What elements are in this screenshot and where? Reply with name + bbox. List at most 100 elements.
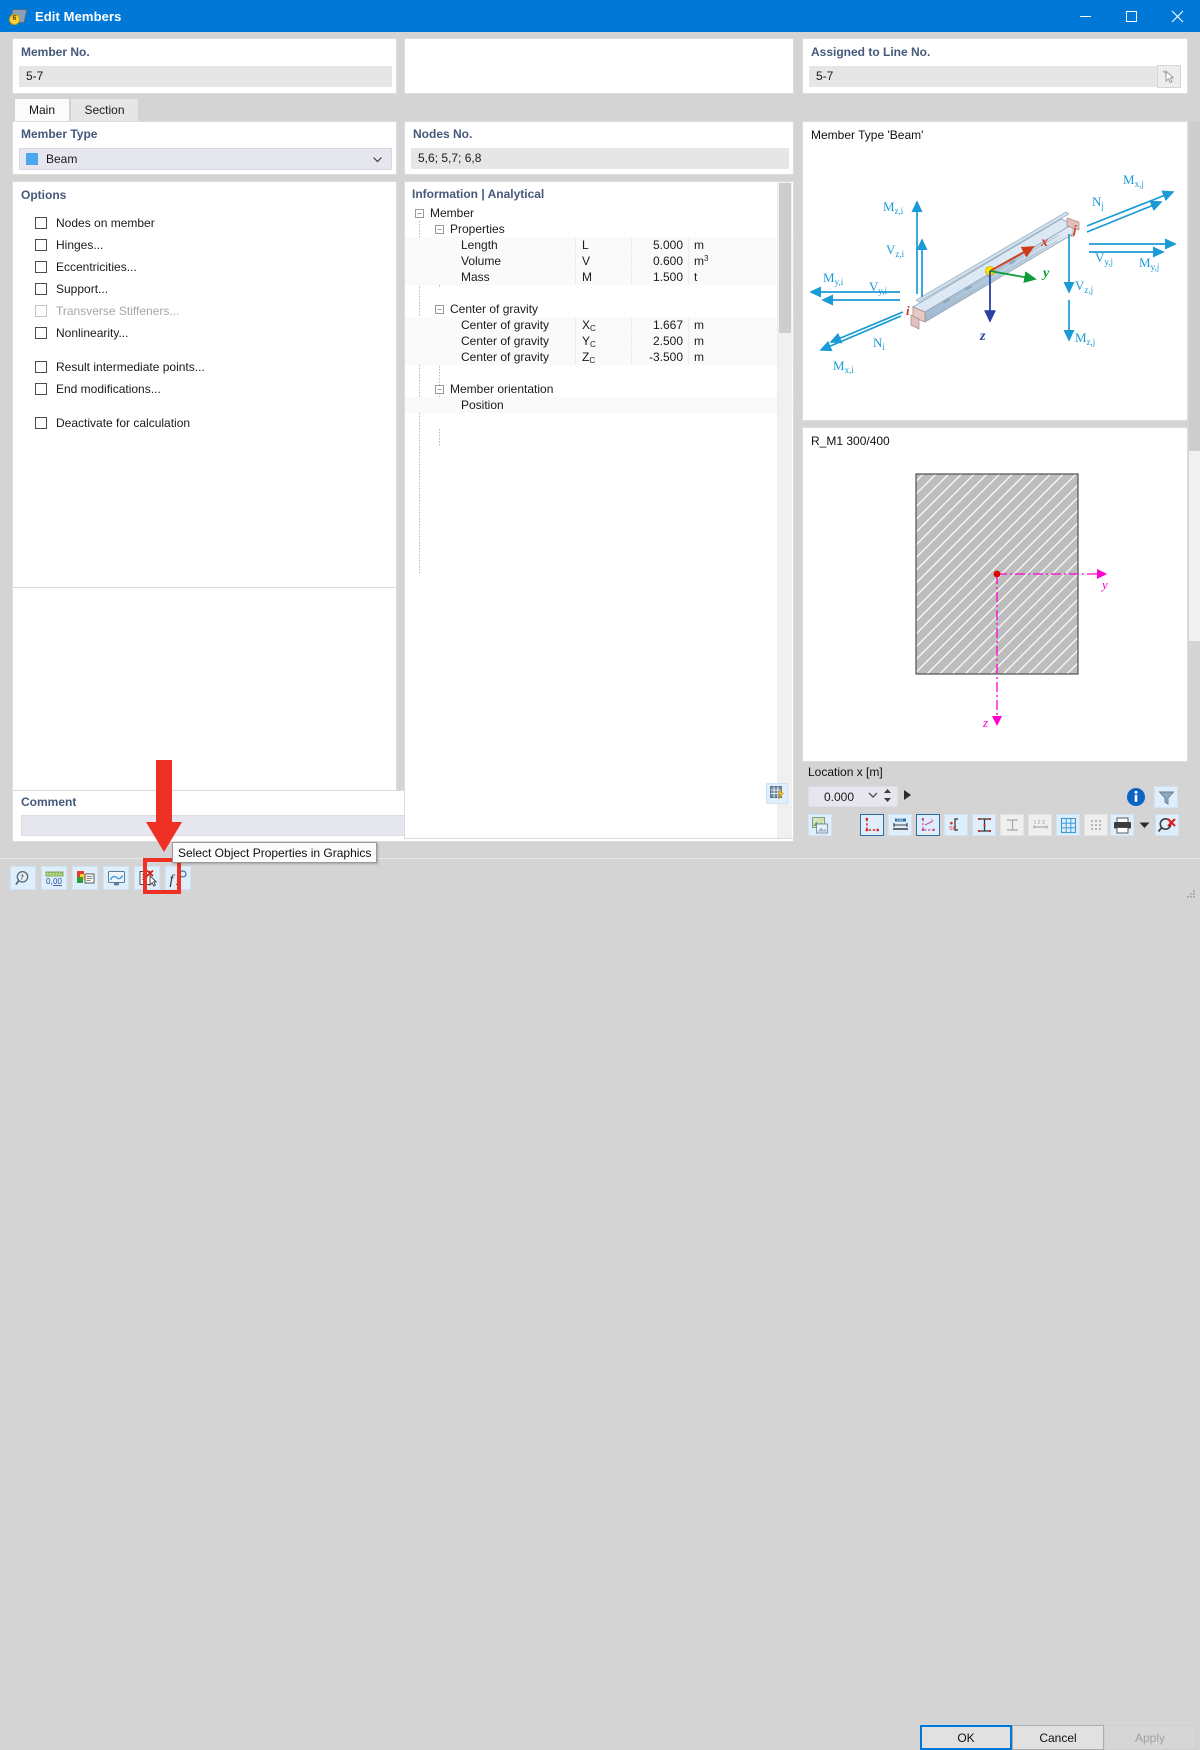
- left-column: Member Type Beam Options Nodes on member…: [12, 121, 397, 812]
- table-row[interactable]: Center of gravity XC 1.667 m: [405, 317, 793, 333]
- assigned-line-field[interactable]: 5-7: [809, 66, 1157, 87]
- table-row[interactable]: Center of gravity ZC -3.500 m: [405, 349, 793, 365]
- scrollbar-thumb[interactable]: [779, 183, 791, 333]
- table-lightning-icon[interactable]: [766, 783, 788, 804]
- svg-text:00: 00: [53, 877, 62, 886]
- display-properties-icon[interactable]: [72, 866, 98, 890]
- section-points-icon[interactable]: [860, 814, 884, 836]
- tab-section[interactable]: Section: [70, 98, 139, 121]
- expander-icon[interactable]: −: [435, 304, 444, 314]
- checkbox-box[interactable]: [35, 327, 47, 339]
- tree-label: Center of gravity: [461, 318, 550, 332]
- resize-grip[interactable]: [1186, 888, 1196, 898]
- pick-cursor-icon[interactable]: [1157, 65, 1181, 88]
- members-icon: 6: [9, 7, 28, 25]
- maximize-button[interactable]: [1108, 0, 1154, 32]
- label-Myj: My,j: [1139, 255, 1159, 272]
- right-panel-scrollbar[interactable]: [1189, 121, 1200, 641]
- caret-down-icon[interactable]: [1138, 814, 1151, 836]
- checkbox-box[interactable]: [35, 239, 47, 251]
- stress-points-icon[interactable]: [972, 814, 996, 836]
- member-no-field[interactable]: 5-7: [19, 66, 392, 87]
- row-unit: t: [688, 270, 719, 284]
- grid-icon[interactable]: [1056, 814, 1080, 836]
- checkbox-box[interactable]: [35, 261, 47, 273]
- checkbox-hinges[interactable]: Hinges...: [13, 234, 396, 256]
- label-Myi: My,i: [823, 270, 844, 287]
- tree-row-member[interactable]: − Member: [405, 205, 793, 221]
- section-diagram: y z: [915, 473, 1108, 730]
- row-symbol: L: [575, 238, 631, 252]
- view-mode-icon[interactable]: [103, 866, 129, 890]
- information-scrollbar[interactable]: [777, 182, 792, 838]
- help-magnifier-icon[interactable]: ?: [10, 866, 36, 890]
- checkbox-label: Transverse Stiffeners...: [56, 304, 180, 318]
- scrollbar-thumb[interactable]: [1189, 121, 1200, 451]
- member-type-combo[interactable]: Beam: [19, 148, 392, 170]
- tree-row-properties[interactable]: − Properties: [405, 221, 793, 237]
- nodes-field[interactable]: 5,6; 5,7; 6,8: [411, 148, 789, 169]
- expander-icon[interactable]: −: [435, 384, 444, 394]
- tree-label: Properties: [450, 222, 505, 236]
- checkbox-label: End modifications...: [56, 382, 161, 396]
- checkbox-end-modifications[interactable]: End modifications...: [13, 378, 396, 400]
- options-group: Options Nodes on member Hinges... Eccent…: [12, 181, 397, 639]
- local-axes-icon[interactable]: y: [916, 814, 940, 836]
- row-symbol: V: [575, 254, 631, 268]
- checkbox-eccentricities[interactable]: Eccentricities...: [13, 256, 396, 278]
- tree-row-center-of-gravity[interactable]: − Center of gravity: [405, 301, 793, 317]
- close-button[interactable]: [1154, 0, 1200, 32]
- assigned-line-label: Assigned to Line No.: [811, 45, 931, 59]
- table-row[interactable]: Length L 5.000 m: [405, 237, 793, 253]
- shear-center-icon[interactable]: SC: [944, 814, 968, 836]
- spinner-updown-icon[interactable]: [881, 788, 897, 806]
- table-row[interactable]: Center of gravity YC 2.500 m: [405, 333, 793, 349]
- checkbox-support[interactable]: Support...: [13, 278, 396, 300]
- checkbox-nodes-on-member[interactable]: Nodes on member: [13, 212, 396, 234]
- location-x-input[interactable]: 0.000: [808, 786, 898, 807]
- table-row[interactable]: Mass M 1.500 t: [405, 269, 793, 285]
- checkbox-box[interactable]: [35, 417, 47, 429]
- checkbox-label: Nodes on member: [56, 216, 155, 230]
- chevron-down-icon[interactable]: [865, 789, 881, 804]
- chevron-down-icon: [371, 153, 384, 169]
- table-row[interactable]: Position: [405, 397, 793, 413]
- tree-label: Length: [461, 238, 498, 252]
- label-Vzi: Vz,i: [886, 242, 905, 259]
- beam-graphic-panel[interactable]: Member Type 'Beam' x y z i j Mz,i Vz,i M…: [802, 121, 1188, 421]
- expander-icon[interactable]: −: [415, 208, 424, 218]
- checkbox-label: Result intermediate points...: [56, 360, 205, 374]
- cancel-button[interactable]: Cancel: [1012, 1725, 1104, 1750]
- member-type-group: Member Type Beam: [12, 121, 397, 175]
- zoom-cancel-icon[interactable]: [1155, 814, 1179, 836]
- dimension-icon[interactable]: 100: [888, 814, 912, 836]
- axis-label-y: y: [1100, 577, 1108, 592]
- checkbox-deactivate-for-calculation[interactable]: Deactivate for calculation: [13, 412, 396, 434]
- checkbox-nonlinearity[interactable]: Nonlinearity...: [13, 322, 396, 344]
- svg-text:?: ?: [20, 873, 24, 881]
- expander-icon[interactable]: −: [435, 224, 444, 234]
- funnel-icon[interactable]: [1154, 786, 1178, 808]
- svg-text:z: z: [979, 329, 986, 344]
- table-row[interactable]: Volume V 0.600 m3: [405, 253, 793, 269]
- info-icon[interactable]: [1124, 786, 1148, 808]
- checkbox-box[interactable]: [35, 383, 47, 395]
- section-graphic-panel[interactable]: R_M1 300/400 y z: [802, 427, 1188, 762]
- checkbox-label: Hinges...: [56, 238, 104, 252]
- tab-main[interactable]: Main: [14, 98, 70, 121]
- checkbox-box[interactable]: [35, 361, 47, 373]
- minimize-button[interactable]: [1062, 0, 1108, 32]
- nodes-group: Nodes No. 5,6; 5,7; 6,8: [404, 121, 794, 175]
- checkbox-box[interactable]: [35, 283, 47, 295]
- tree-row-member-orientation[interactable]: − Member orientation: [405, 381, 793, 397]
- image-render-icon[interactable]: [808, 814, 832, 836]
- ok-button[interactable]: OK: [920, 1725, 1012, 1750]
- checkbox-box[interactable]: [35, 217, 47, 229]
- checkbox-label: Nonlinearity...: [56, 326, 129, 340]
- checkbox-result-intermediate-points[interactable]: Result intermediate points...: [13, 356, 396, 378]
- right-top-buttons: [1124, 786, 1178, 808]
- printer-icon[interactable]: [1110, 814, 1134, 836]
- play-next-icon[interactable]: [903, 789, 912, 804]
- information-title: Information | Analytical: [412, 187, 545, 201]
- units-icon[interactable]: 0, 00: [41, 866, 67, 890]
